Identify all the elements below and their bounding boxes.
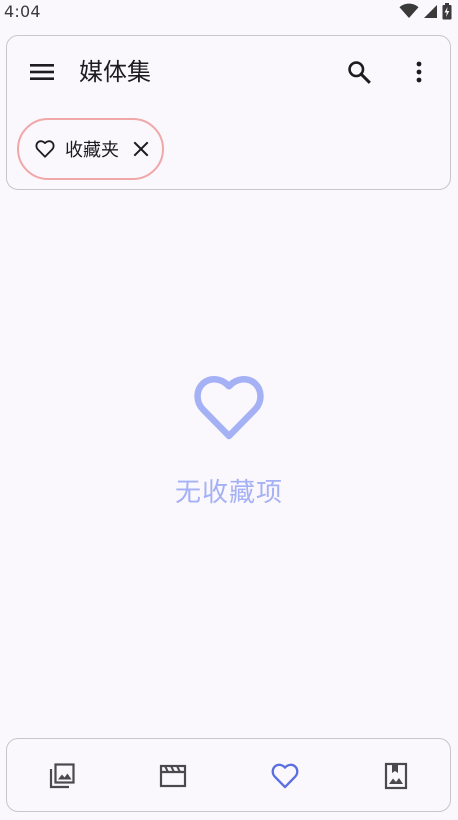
status-bar: 4:04: [0, 0, 458, 22]
search-button[interactable]: [341, 54, 377, 90]
heart-outline-icon: [194, 376, 264, 440]
nav-item-albums[interactable]: [376, 756, 416, 796]
photo-album-icon: [384, 762, 408, 790]
photo-library-icon: [49, 763, 75, 789]
hamburger-menu-icon: [30, 64, 54, 80]
top-app-bar: 媒体集 收藏夹: [6, 35, 451, 190]
close-icon: [133, 141, 149, 157]
empty-state: 无收藏项: [0, 372, 458, 509]
wifi-icon: [399, 3, 419, 18]
movie-icon: [159, 764, 187, 788]
chip-label: 收藏夹: [65, 140, 119, 161]
status-icons: [399, 2, 452, 20]
page-title: 媒体集: [79, 58, 151, 86]
nav-item-favorites[interactable]: [265, 756, 305, 796]
cell-signal-icon: [424, 4, 437, 18]
menu-button[interactable]: [25, 56, 59, 88]
heart-outline-icon: [35, 139, 55, 159]
empty-state-text: 无收藏项: [174, 478, 283, 508]
status-time: 4:04: [4, 1, 41, 21]
heart-outline-icon: [271, 763, 299, 789]
nav-item-videos[interactable]: [153, 756, 193, 796]
nav-item-photos[interactable]: [42, 756, 82, 796]
more-options-button[interactable]: [405, 54, 433, 90]
chip-close-button[interactable]: [131, 139, 151, 159]
more-vertical-icon: [416, 61, 422, 83]
search-icon: [348, 61, 371, 84]
battery-icon: [442, 2, 452, 19]
bottom-navigation: [6, 738, 451, 812]
favorites-filter-chip[interactable]: 收藏夹: [17, 118, 164, 180]
